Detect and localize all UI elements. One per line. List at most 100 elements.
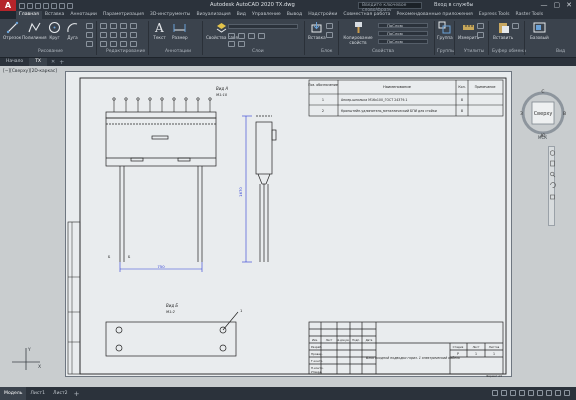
- tab-manage[interactable]: Управление: [249, 11, 284, 19]
- save-as-icon[interactable]: [43, 2, 49, 9]
- layer-match-icon[interactable]: [228, 41, 235, 47]
- search-input[interactable]: Введите ключевое слово/фразу: [358, 2, 422, 13]
- create-block-icon[interactable]: [326, 23, 333, 29]
- save-icon[interactable]: [35, 2, 41, 9]
- undo-icon[interactable]: [59, 2, 65, 9]
- panel-view-label[interactable]: Вид: [556, 49, 565, 54]
- tab-express-tools[interactable]: Express Tools: [476, 11, 513, 19]
- panel-draw-label[interactable]: Рисование: [38, 49, 63, 54]
- panel-annotation-label[interactable]: Аннотации: [165, 49, 191, 54]
- tab-layout-1[interactable]: Лист1: [26, 387, 49, 400]
- add-layout-button[interactable]: +: [74, 390, 80, 398]
- panel-block-label[interactable]: Блок: [321, 49, 332, 54]
- color-combo[interactable]: ПоСлою: [378, 23, 428, 28]
- new-file-icon[interactable]: [19, 2, 25, 9]
- annotation-scale-icon[interactable]: [546, 390, 552, 396]
- circle-tool[interactable]: Круг: [48, 21, 61, 40]
- customize-menu-icon[interactable]: [564, 390, 570, 396]
- polar-icon[interactable]: [528, 390, 534, 396]
- explode-icon[interactable]: [130, 32, 137, 38]
- polyline-tool[interactable]: Полилиния: [22, 21, 47, 40]
- panel-modify-label[interactable]: Редактирование: [106, 49, 145, 54]
- viewcube[interactable]: Сверху С Ю З В: [518, 88, 568, 140]
- model-space-icon[interactable]: [492, 390, 498, 396]
- tab-addins[interactable]: Надстройки: [305, 11, 340, 19]
- erase-icon[interactable]: [130, 23, 137, 29]
- mirror-icon[interactable]: [110, 32, 117, 38]
- rectangle-icon[interactable]: [86, 32, 93, 38]
- layout-sheet[interactable]: Поз. обозначение Наименование Кол. Приме…: [65, 71, 512, 378]
- tab-collaborate[interactable]: Совместная работа: [340, 11, 393, 19]
- new-tab-icon[interactable]: +: [59, 59, 64, 66]
- match-properties-tool[interactable]: Копирование свойств: [342, 21, 374, 45]
- tab-3d-tools[interactable]: 3D-инструменты: [147, 11, 194, 19]
- tab-visualize[interactable]: Визуализация: [193, 11, 233, 19]
- layer-lock-icon[interactable]: [248, 33, 255, 39]
- array-icon[interactable]: [120, 41, 127, 47]
- navigation-bar[interactable]: [548, 146, 556, 226]
- dimension-tool[interactable]: Размер: [172, 21, 188, 40]
- move-icon[interactable]: [100, 23, 107, 29]
- line-tool[interactable]: Отрезок: [3, 21, 21, 40]
- tab-view[interactable]: Вид: [234, 11, 249, 19]
- gradient-icon[interactable]: [86, 41, 93, 47]
- snap-icon[interactable]: [510, 390, 516, 396]
- scale-icon[interactable]: [110, 41, 117, 47]
- redo-icon[interactable]: [67, 2, 73, 9]
- tab-raster-tools[interactable]: Raster Tools: [513, 11, 547, 19]
- minimize-button[interactable]: —: [541, 1, 548, 9]
- drawing-area[interactable]: [−][Сверху][2D-каркас] Поз. обозначение …: [0, 66, 576, 387]
- close-button[interactable]: ✕: [566, 1, 572, 9]
- tab-featured-apps[interactable]: Рекомендованные приложения: [394, 11, 476, 19]
- panel-clipboard-label[interactable]: Буфер обмена: [492, 49, 526, 54]
- offset-icon[interactable]: [130, 41, 137, 47]
- layer-off-icon[interactable]: [228, 33, 235, 39]
- panel-groups-label[interactable]: Группы: [437, 49, 455, 54]
- arc-tool[interactable]: Дуга: [66, 21, 79, 40]
- copy-icon[interactable]: [100, 32, 107, 38]
- lineweight-combo[interactable]: ПоСлою: [378, 31, 428, 36]
- close-tab-icon[interactable]: ✕: [51, 59, 55, 65]
- stretch-icon[interactable]: [100, 41, 107, 47]
- tab-output[interactable]: Вывод: [284, 11, 305, 19]
- hatch-icon[interactable]: [86, 23, 93, 29]
- tab-model[interactable]: Модель: [0, 387, 27, 400]
- layer-freeze-icon[interactable]: [238, 33, 245, 39]
- trim-icon[interactable]: [120, 23, 127, 29]
- osnap-icon[interactable]: [537, 390, 543, 396]
- grid-icon[interactable]: [501, 390, 507, 396]
- insert-block-tool[interactable]: Вставка: [308, 21, 326, 40]
- group-tool[interactable]: Группа: [437, 21, 453, 40]
- linetype-combo[interactable]: ПоСлою: [378, 39, 428, 44]
- tab-layout-2[interactable]: Лист2: [49, 387, 72, 400]
- rotate-icon[interactable]: [110, 23, 117, 29]
- edit-block-icon[interactable]: [326, 32, 333, 38]
- workspace-gear-icon[interactable]: [555, 390, 561, 396]
- copy-clip-icon[interactable]: [512, 23, 519, 29]
- app-menu-button[interactable]: A: [0, 0, 16, 11]
- tab-start[interactable]: Начало: [0, 58, 29, 66]
- tab-annotate[interactable]: Аннотации: [67, 11, 100, 19]
- maximize-button[interactable]: ▢: [554, 1, 561, 9]
- base-view-tool[interactable]: Базовый: [530, 21, 549, 40]
- layer-previous-icon[interactable]: [238, 41, 245, 47]
- open-file-icon[interactable]: [27, 2, 33, 9]
- print-icon[interactable]: [51, 2, 57, 9]
- panel-layers-label[interactable]: Слои: [252, 49, 264, 54]
- tab-tx-drawing[interactable]: TX: [29, 58, 48, 66]
- layer-dropdown[interactable]: [228, 24, 298, 29]
- quick-select-icon[interactable]: [477, 23, 484, 29]
- paste-tool[interactable]: Вставить: [493, 21, 513, 40]
- tab-parametric[interactable]: Параметризация: [100, 11, 147, 19]
- ortho-icon[interactable]: [519, 390, 525, 396]
- fillet-icon[interactable]: [120, 32, 127, 38]
- tab-insert[interactable]: Вставка: [42, 11, 67, 19]
- panel-properties-label[interactable]: Свойства: [372, 49, 394, 54]
- select-all-icon[interactable]: [477, 32, 484, 38]
- panel-utilities-label[interactable]: Утилиты: [464, 49, 484, 54]
- viewport-controls[interactable]: [−][Сверху][2D-каркас]: [3, 69, 57, 74]
- layer-isolate-icon[interactable]: [258, 33, 265, 39]
- tab-home[interactable]: Главная: [16, 11, 42, 19]
- wcs-menu[interactable]: МСК: [538, 135, 547, 140]
- text-tool[interactable]: A Текст: [153, 21, 166, 40]
